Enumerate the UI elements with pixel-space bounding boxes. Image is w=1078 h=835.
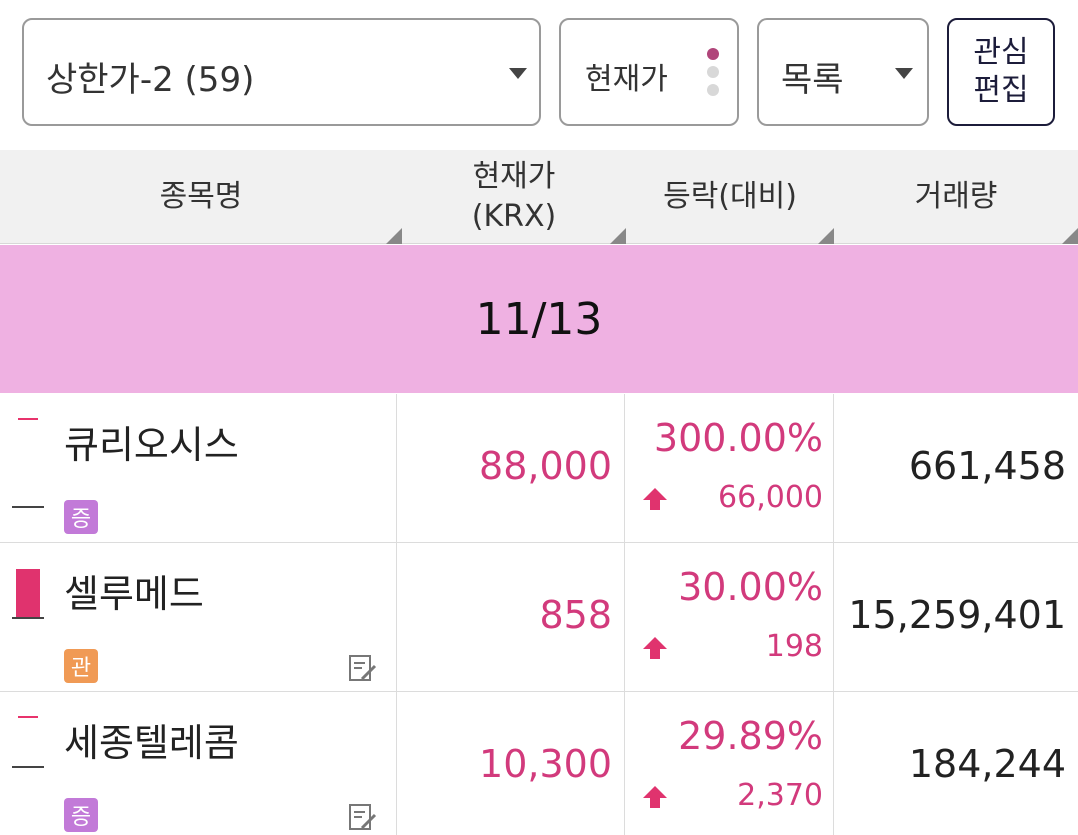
sort-corner-icon [386,228,402,244]
change-cell: 300.00% 66,000 [625,394,834,542]
edit-watchlist-label: 관심 편집 [973,35,1029,108]
price-cell: 88,000 [397,394,625,542]
price-cell: 858 [397,543,625,691]
stock-name[interactable]: 큐리오시스 [64,414,239,469]
sort-corner-icon [1062,228,1078,244]
up-arrow-icon [643,786,667,808]
column-header-price-label: 현재가 (KRX) [471,159,557,234]
change-amount: 198 [765,629,823,664]
mini-candle-icon [12,565,44,663]
stock-name[interactable]: 세종텔레콤 [64,712,239,767]
view-select[interactable]: 목록 [757,18,929,126]
name-cell: 세종텔레콤 증 [0,692,397,835]
sort-corner-icon [818,228,834,244]
caution-badge: 관 [64,649,98,683]
page-dots-icon [707,48,721,102]
chevron-down-icon [509,68,527,79]
current-price: 10,300 [479,742,612,786]
change-amount: 2,370 [737,778,823,813]
chevron-down-icon [895,68,913,79]
change-cell: 30.00% 198 [625,543,834,691]
memo-icon[interactable] [348,802,378,832]
column-header-price[interactable]: 현재가 (KRX) [402,150,626,244]
column-header-volume[interactable]: 거래량 [834,150,1078,244]
edit-watchlist-button[interactable]: 관심 편집 [947,18,1055,126]
column-header-volume-label: 거래량 [914,179,998,214]
volume-value: 661,458 [908,444,1066,488]
volume-value: 184,244 [908,742,1066,786]
volume-cell: 15,259,401 [834,543,1078,691]
volume-cell: 184,244 [834,692,1078,835]
mini-candle-icon [12,416,44,514]
toolbar: 상한가-2 (59) 현재가 목록 관심 편집 [0,0,1078,150]
date-group-label: 11/13 [475,293,603,345]
memo-icon[interactable] [348,653,378,683]
group-select-label: 상한가-2 (59) [46,60,255,100]
column-header-name[interactable]: 종목명 [0,150,402,244]
change-percent: 30.00% [678,565,823,609]
group-select[interactable]: 상한가-2 (59) [22,18,541,126]
change-percent: 300.00% [653,416,823,460]
margin-badge: 증 [64,798,98,832]
up-arrow-icon [643,488,667,510]
table-header: 종목명 현재가 (KRX) 등락(대비) 거래량 [0,150,1078,244]
table-row[interactable]: 셀루메드 관 858 30.00% 198 15,259,401 [0,543,1078,692]
date-group-band: 11/13 [0,245,1078,393]
name-cell: 셀루메드 관 [0,543,397,691]
name-cell: 큐리오시스 증 [0,394,397,542]
current-price: 88,000 [479,444,612,488]
price-cell: 10,300 [397,692,625,835]
view-select-label: 목록 [781,60,844,100]
margin-badge: 증 [64,500,98,534]
stock-name[interactable]: 셀루메드 [64,563,204,618]
mini-candle-icon [12,714,44,812]
price-type-select[interactable]: 현재가 [559,18,739,126]
price-type-label: 현재가 [585,62,668,97]
table-row[interactable]: 큐리오시스 증 88,000 300.00% 66,000 661,458 [0,394,1078,543]
current-price: 858 [539,593,612,637]
column-header-name-label: 종목명 [159,179,243,214]
up-arrow-icon [643,637,667,659]
column-header-change-label: 등락(대비) [663,179,797,214]
table-row[interactable]: 세종텔레콤 증 10,300 29.89% 2,370 184,244 [0,692,1078,835]
column-header-change[interactable]: 등락(대비) [626,150,834,244]
change-cell: 29.89% 2,370 [625,692,834,835]
sort-corner-icon [610,228,626,244]
volume-value: 15,259,401 [848,593,1066,637]
change-amount: 66,000 [718,480,823,515]
volume-cell: 661,458 [834,394,1078,542]
change-percent: 29.89% [678,714,823,758]
